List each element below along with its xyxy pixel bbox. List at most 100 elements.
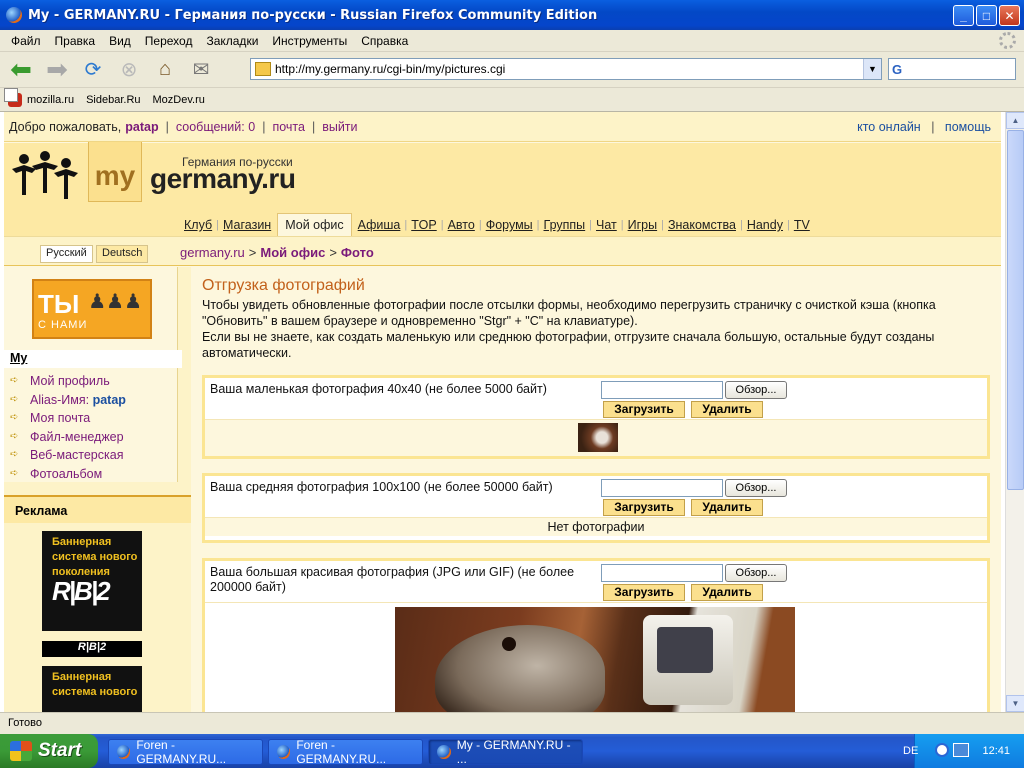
nav-link[interactable]: Мой офис	[277, 213, 352, 237]
bookmark-mozdev[interactable]: MozDev.ru	[4, 88, 205, 106]
banner-ad-1[interactable]: Баннерная система нового поколения R|B|2	[42, 531, 142, 631]
back-arrow-icon[interactable]: ⬅	[6, 54, 36, 85]
search-box[interactable]: G	[888, 58, 1016, 80]
sidebar-menu-title[interactable]: My	[10, 351, 27, 365]
medium-photo-file-input[interactable]	[601, 479, 723, 497]
medium-photo-delete-button[interactable]: Удалить	[691, 499, 763, 516]
web-page: Добро пожаловать, patap | сообщений: 0 |…	[4, 112, 1001, 712]
tray-arrow-icon[interactable]	[935, 743, 949, 757]
messages-link[interactable]: сообщений: 0	[176, 120, 255, 134]
who-online-link[interactable]: кто онлайн	[857, 120, 921, 134]
nav-link[interactable]: TOP	[407, 218, 440, 232]
menu-view[interactable]: Вид	[102, 34, 138, 48]
google-search-icon[interactable]: G	[892, 62, 902, 77]
logo-my[interactable]: my	[88, 142, 142, 202]
nav-link[interactable]: Чат	[592, 218, 621, 232]
nav-link[interactable]: Магазин	[219, 218, 275, 232]
small-photo-delete-button[interactable]: Удалить	[691, 401, 763, 418]
taskbar-item-foren-2[interactable]: Foren - GERMANY.RU...	[268, 738, 423, 766]
nav-item-wrap: Магазин	[219, 214, 275, 236]
logout-link[interactable]: выйти	[322, 120, 357, 134]
medium-photo-browse-button[interactable]: Обзор...	[725, 479, 787, 497]
sidebar-item-webmaster[interactable]: ➪ Веб-мастерская	[10, 446, 126, 465]
sidebar-item-filemanager[interactable]: ➪ Файл-менеджер	[10, 428, 126, 447]
nav-link[interactable]: Клуб	[180, 218, 216, 232]
vertical-scrollbar[interactable]: ▲ ▼	[1005, 112, 1024, 712]
mail-link[interactable]: почта	[272, 120, 305, 134]
menu-go[interactable]: Переход	[138, 34, 200, 48]
nav-link[interactable]: Форумы	[482, 218, 537, 232]
menu-tools[interactable]: Инструменты	[265, 34, 354, 48]
sidebar-item-label: Файл-менеджер	[30, 429, 124, 444]
forward-arrow-icon[interactable]: ➡	[42, 54, 72, 85]
network-icon[interactable]	[953, 743, 969, 757]
large-photo-file-input[interactable]	[601, 564, 723, 582]
nav-link[interactable]: Handy	[743, 218, 787, 232]
reload-icon[interactable]: ⟳	[78, 55, 108, 85]
nav-link[interactable]: Игры	[624, 218, 661, 232]
sidebar-item-photoalbum[interactable]: ➪ Фотоальбом	[10, 465, 126, 484]
nav-link[interactable]: Группы	[540, 218, 590, 232]
lang-russian-button[interactable]: Русский	[40, 245, 93, 263]
breadcrumb-office[interactable]: Мой офис	[260, 245, 325, 260]
stop-icon[interactable]: ⊗	[114, 55, 144, 85]
logo-germany[interactable]: germany.ru	[150, 163, 296, 195]
medium-photo-label: Ваша средняя фотография 100x100 (не боле…	[210, 480, 553, 494]
resize-grip-icon[interactable]	[1006, 713, 1024, 734]
url-bar[interactable]: http://my.germany.ru/cgi-bin/my/pictures…	[250, 58, 882, 80]
menu-bookmarks[interactable]: Закладки	[199, 34, 265, 48]
menu-bar: Файл Правка Вид Переход Закладки Инструм…	[0, 30, 1024, 52]
ad-text: Баннерная система нового	[52, 671, 138, 698]
arrow-right-icon: ➪	[10, 449, 19, 461]
menu-file[interactable]: Файл	[4, 34, 48, 48]
username-link[interactable]: patap	[125, 120, 158, 134]
sidebar-item-alias[interactable]: ➪ Alias-Имя: patap	[10, 391, 126, 410]
small-photo-upload-button[interactable]: Загрузить	[603, 401, 685, 418]
banner-ad-strip[interactable]: R|B|2	[42, 641, 142, 657]
breadcrumb-home[interactable]: germany.ru	[180, 245, 245, 260]
ty-s-nami-banner[interactable]: ТЫ ♟♟♟ С НАМИ	[32, 279, 152, 339]
small-photo-browse-button[interactable]: Обзор...	[725, 381, 787, 399]
language-indicator[interactable]: DE	[903, 745, 918, 757]
scroll-thumb[interactable]	[1007, 130, 1024, 490]
sidebar-item-profile[interactable]: ➪ Мой профиль	[10, 372, 126, 391]
close-button[interactable]: ✕	[999, 5, 1020, 26]
page-title: Отгрузка фотографий	[202, 277, 365, 294]
home-icon[interactable]: ⌂	[150, 55, 180, 85]
start-button[interactable]: Start	[0, 734, 98, 768]
firefox-icon	[437, 745, 451, 759]
menu-edit[interactable]: Правка	[48, 34, 103, 48]
scroll-up-icon[interactable]: ▲	[1006, 112, 1024, 129]
system-tray: DE 12:41	[903, 734, 1024, 768]
taskbar-item-foren-1[interactable]: Foren - GERMANY.RU...	[108, 738, 263, 766]
large-photo-browse-button[interactable]: Обзор...	[725, 564, 787, 582]
minimize-button[interactable]: _	[953, 5, 974, 26]
menu-help[interactable]: Справка	[354, 34, 415, 48]
preview-row	[205, 420, 987, 456]
arrow-right-icon: ➪	[10, 375, 19, 387]
banner-ad-2[interactable]: Баннерная система нового	[42, 666, 142, 712]
nav-link[interactable]: Знакомства	[664, 218, 740, 232]
url-text[interactable]: http://my.germany.ru/cgi-bin/my/pictures…	[275, 62, 505, 76]
large-photo-upload-button[interactable]: Загрузить	[603, 584, 685, 601]
nav-link[interactable]: TV	[790, 218, 814, 232]
nav-link[interactable]: Авто	[444, 218, 479, 232]
small-photo-file-input[interactable]	[601, 381, 723, 399]
bookmark-sidebar[interactable]: Sidebar.Ru	[4, 88, 141, 106]
sidebar-item-mail[interactable]: ➪ Моя почта	[10, 409, 126, 428]
taskbar-item-my-germany[interactable]: My - GERMANY.RU - ...	[428, 738, 583, 766]
url-dropdown-icon[interactable]: ▼	[863, 59, 881, 79]
medium-photo-upload-button[interactable]: Загрузить	[603, 499, 685, 516]
task-label: My - GERMANY.RU - ...	[456, 738, 571, 766]
maximize-button[interactable]: □	[976, 5, 997, 26]
mail-icon[interactable]: ✉	[186, 55, 216, 85]
banner-small-text: С НАМИ	[38, 319, 88, 331]
breadcrumb-photo[interactable]: Фото	[341, 245, 374, 260]
lang-german-button[interactable]: Deutsch	[96, 245, 149, 263]
scroll-down-icon[interactable]: ▼	[1006, 695, 1024, 712]
start-label: Start	[38, 740, 82, 761]
nav-link[interactable]: Афиша	[354, 218, 405, 232]
help-link[interactable]: помощь	[945, 120, 991, 134]
large-photo-delete-button[interactable]: Удалить	[691, 584, 763, 601]
info-text-1: Чтобы увидеть обновленные фотографии пос…	[202, 298, 936, 328]
